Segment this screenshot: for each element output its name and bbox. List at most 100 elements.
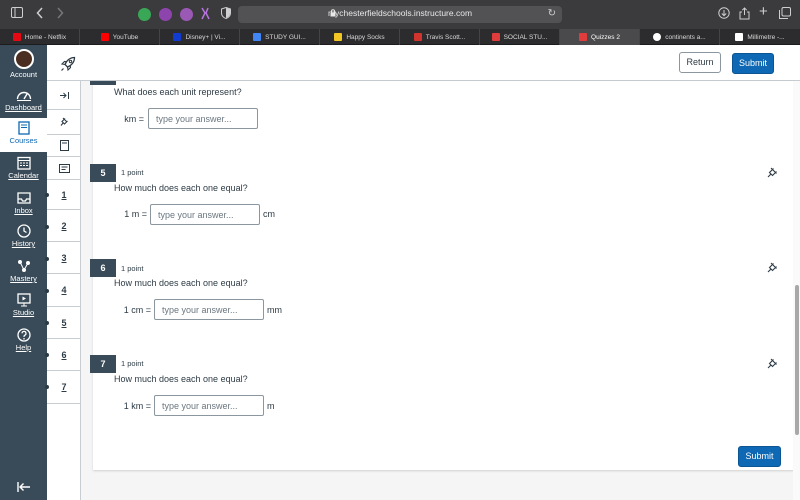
- browser-tab[interactable]: YouTube: [80, 29, 160, 45]
- answer-field-label: 1 m =: [124, 209, 147, 219]
- travis-scott-favicon-icon: [413, 33, 422, 41]
- netflix-favicon-icon: [12, 33, 21, 41]
- flag-question-pin-icon[interactable]: [767, 167, 778, 178]
- question-nav-link[interactable]: 7: [47, 371, 81, 404]
- answer-unit: mm: [267, 305, 282, 315]
- collapse-question-nav-button[interactable]: [47, 81, 81, 110]
- canvas-favicon-icon: [491, 33, 500, 41]
- rocket-icon: [60, 56, 76, 72]
- nav-help[interactable]: Help: [0, 328, 47, 358]
- answered-indicator: [45, 257, 49, 261]
- url-text: mychesterfieldschools.instructure.com: [327, 8, 473, 18]
- nav-label: Dashboard: [5, 103, 42, 112]
- q6-answer-input[interactable]: [154, 299, 264, 320]
- browser-tab[interactable]: Home - Netflix: [0, 29, 80, 45]
- share-icon[interactable]: [739, 7, 750, 23]
- browser-tab[interactable]: STUDY GUI...: [240, 29, 320, 45]
- question-nav-number: 2: [61, 220, 67, 231]
- question-points: 1 point: [121, 264, 144, 273]
- question-nav-link[interactable]: 6: [47, 339, 81, 371]
- collapse-nav-button[interactable]: [0, 480, 47, 494]
- nav-label: Mastery: [10, 274, 37, 283]
- tab-label: Millimetre -...: [747, 33, 785, 41]
- back-icon[interactable]: [36, 7, 44, 22]
- nav-label: Courses: [9, 136, 38, 145]
- flag-question-pin-icon[interactable]: [767, 262, 778, 273]
- tab-overview-icon[interactable]: [779, 7, 791, 22]
- browser-tab-active[interactable]: Quizzes 2: [560, 29, 640, 45]
- nav-account[interactable]: Account: [0, 46, 47, 81]
- canvas-favicon-icon: [579, 33, 588, 41]
- pin-icon: [60, 117, 68, 126]
- flag-question-pin-icon[interactable]: [767, 358, 778, 369]
- question-nav-number: 7: [61, 382, 67, 392]
- flagged-questions-button[interactable]: [47, 110, 81, 135]
- nav-mastery[interactable]: Mastery: [0, 259, 47, 289]
- mastery-icon: [17, 260, 30, 272]
- tab-label: SOCIAL STU...: [503, 33, 548, 41]
- header-submit-button[interactable]: Submit: [732, 53, 774, 74]
- reload-icon[interactable]: ↻: [548, 8, 556, 19]
- extension-icon[interactable]: [200, 7, 211, 23]
- answered-indicator: [45, 193, 49, 197]
- tab-label: continents a...: [665, 33, 706, 41]
- question-nav-link[interactable]: 5: [47, 307, 81, 339]
- nav-label: Studio: [12, 308, 35, 317]
- browser-tab[interactable]: SOCIAL STU...: [480, 29, 560, 45]
- calendar-icon: [16, 156, 31, 170]
- wikipedia-favicon-icon: [735, 33, 744, 41]
- forward-icon[interactable]: [56, 7, 64, 22]
- q7-answer-input[interactable]: [154, 395, 264, 416]
- question-number-badge: 6: [90, 259, 116, 277]
- tab-label: STUDY GUI...: [265, 33, 306, 41]
- extension-icon[interactable]: [180, 8, 193, 21]
- question-nav-link[interactable]: 4: [47, 274, 81, 307]
- comment-icon: [58, 163, 70, 173]
- nav-label: Account: [9, 70, 38, 79]
- quiz-submit-button[interactable]: Submit: [738, 446, 781, 467]
- question-nav-link[interactable]: 1: [47, 180, 81, 210]
- answered-indicator: [45, 321, 49, 325]
- browser-tab[interactable]: Millimetre -...: [720, 29, 800, 45]
- extension-icon[interactable]: [159, 8, 172, 21]
- nav-courses[interactable]: Courses: [0, 118, 47, 152]
- history-icon: [16, 224, 31, 238]
- answered-indicator: [45, 225, 49, 229]
- nav-calendar[interactable]: Calendar: [0, 156, 47, 186]
- nav-dashboard[interactable]: Dashboard: [0, 88, 47, 118]
- browser-toolbar: mychesterfieldschools.instructure.com ↻ …: [0, 0, 800, 29]
- answer-field-label: km =: [124, 114, 144, 124]
- sidebar-toggle-icon[interactable]: [11, 7, 23, 21]
- tab-label: Happy Socks: [346, 33, 385, 41]
- notes-button[interactable]: [47, 135, 81, 157]
- dashboard-icon: [16, 91, 31, 101]
- nav-label: History: [11, 239, 36, 248]
- nav-history[interactable]: History: [0, 224, 47, 254]
- question-nav-number: 5: [61, 317, 67, 328]
- question-nav-link[interactable]: 3: [47, 242, 81, 274]
- question-nav-number: 6: [61, 349, 67, 360]
- scrollbar-thumb[interactable]: [795, 285, 799, 435]
- nav-studio[interactable]: Studio: [0, 293, 47, 323]
- nav-label: Inbox: [14, 206, 33, 215]
- nav-inbox[interactable]: Inbox: [0, 191, 47, 221]
- browser-tab[interactable]: Travis Scott...: [400, 29, 480, 45]
- return-button[interactable]: Return: [679, 52, 721, 73]
- address-bar[interactable]: mychesterfieldschools.instructure.com ↻: [238, 6, 562, 23]
- privacy-shield-icon[interactable]: [221, 6, 231, 22]
- q4-answer-input[interactable]: [148, 108, 258, 129]
- youtube-favicon-icon: [100, 33, 109, 41]
- new-tab-icon[interactable]: +: [759, 4, 768, 19]
- answer-field-label: 1 km =: [123, 401, 151, 411]
- question-nav-number: 4: [61, 285, 67, 295]
- browser-tab[interactable]: Happy Socks: [320, 29, 400, 45]
- tab-label: Quizzes 2: [591, 33, 620, 41]
- q5-answer-input[interactable]: [150, 204, 260, 225]
- browser-tab[interactable]: Disney+ | Vi...: [160, 29, 240, 45]
- question-prompt: How much does each one equal?: [114, 278, 248, 288]
- calculator-button[interactable]: [47, 157, 81, 180]
- browser-tab[interactable]: continents a...: [640, 29, 720, 45]
- download-icon[interactable]: [718, 7, 730, 22]
- grammarly-extension-icon[interactable]: [138, 8, 151, 21]
- question-nav-link[interactable]: 2: [47, 210, 81, 242]
